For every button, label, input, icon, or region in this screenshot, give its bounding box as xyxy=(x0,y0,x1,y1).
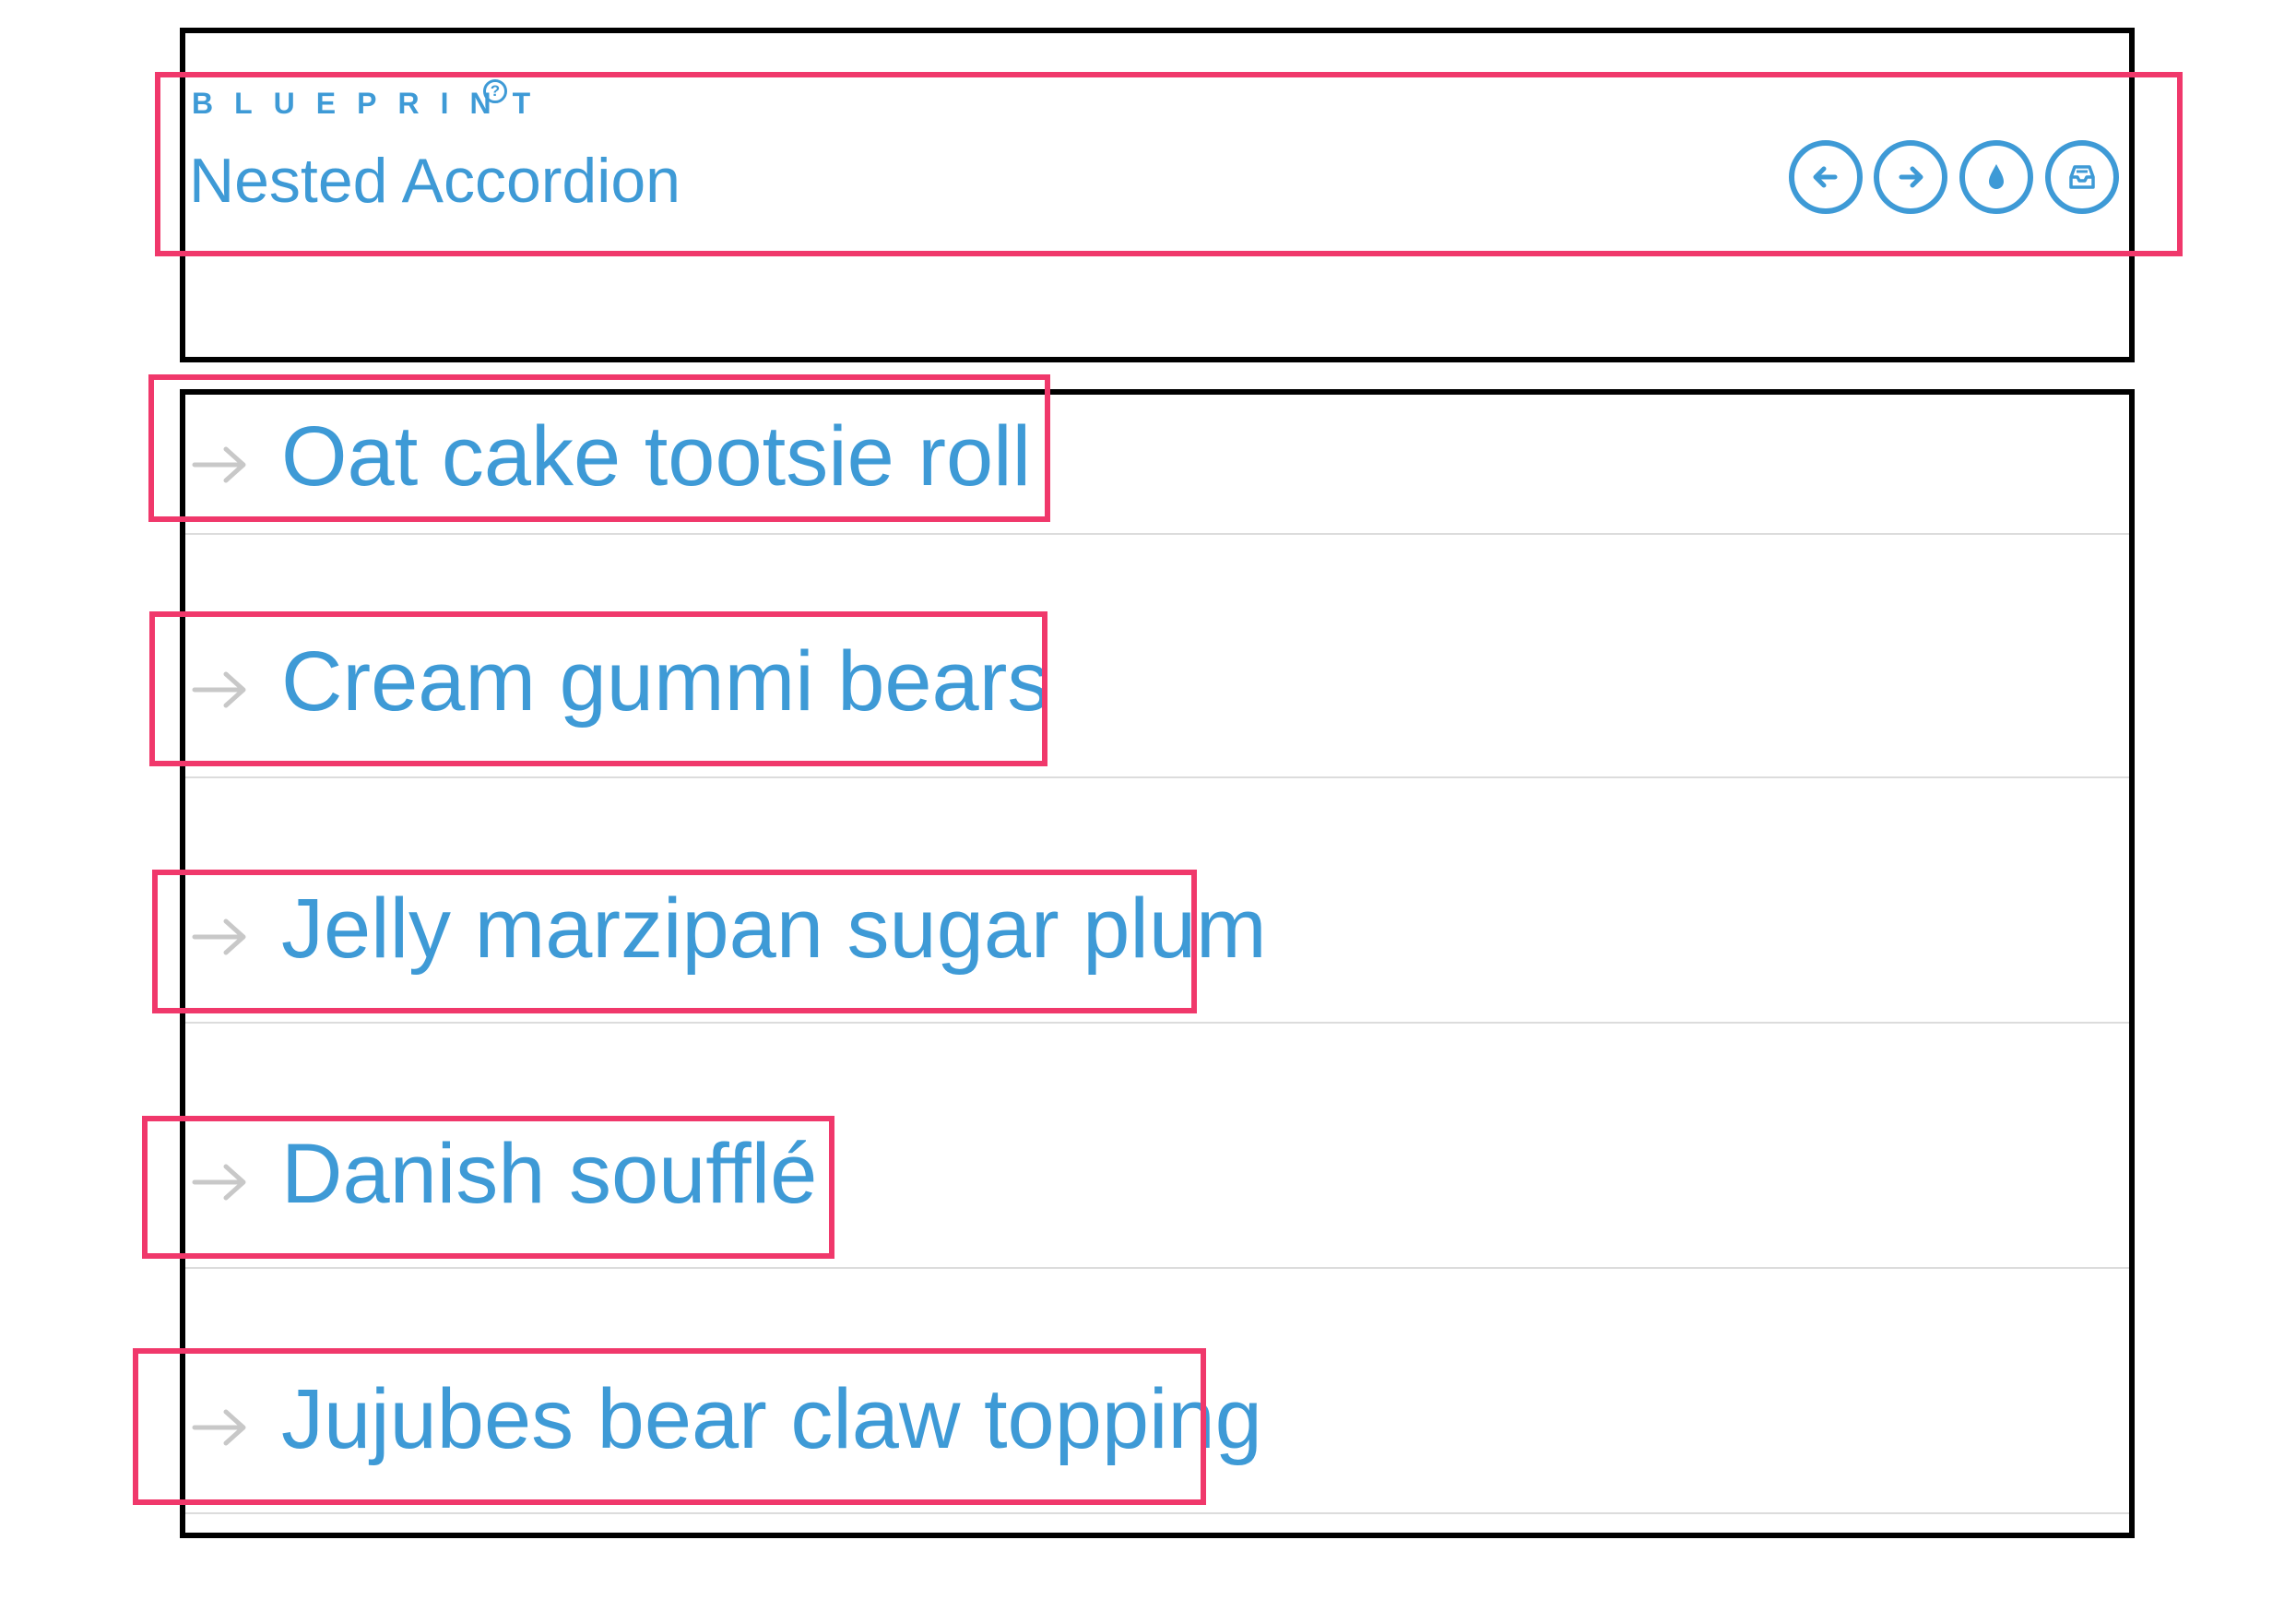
accordion-item[interactable]: Danish soufflé xyxy=(185,1024,2129,1269)
arrow-right-icon xyxy=(191,917,248,957)
drop-icon xyxy=(1989,164,2004,189)
accordion-item-label: Danish soufflé xyxy=(281,1127,818,1221)
accordion-item-label: Oat cake tootsie roll xyxy=(281,409,1032,503)
arrow-right-icon xyxy=(191,669,248,710)
inbox-icon xyxy=(2069,165,2095,189)
arrow-right-icon xyxy=(191,444,248,485)
accordion-item[interactable]: Jelly marzipan sugar plum xyxy=(185,778,2129,1024)
accordion-item-label: Jelly marzipan sugar plum xyxy=(281,882,1267,976)
brand-help-icon[interactable]: ? xyxy=(483,79,507,103)
previous-button[interactable] xyxy=(1789,140,1863,214)
arrow-right-icon xyxy=(1899,166,1923,188)
archive-button[interactable] xyxy=(2045,140,2119,214)
arrow-left-icon xyxy=(1813,166,1838,188)
next-button[interactable] xyxy=(1874,140,1947,214)
arrow-right-icon xyxy=(191,1407,248,1448)
accordion-item[interactable]: Jujubes bear claw topping xyxy=(185,1269,2129,1514)
accordion-item[interactable]: Cream gummi bears xyxy=(185,535,2129,778)
arrow-right-icon xyxy=(191,1162,248,1202)
accordion-item-label: Cream gummi bears xyxy=(281,634,1050,729)
accordion-item[interactable]: Oat cake tootsie roll xyxy=(185,389,2129,535)
page-title: Nested Accordion xyxy=(189,146,681,216)
accordion-item-label: Jujubes bear claw topping xyxy=(281,1372,1262,1466)
theme-button[interactable] xyxy=(1959,140,2033,214)
